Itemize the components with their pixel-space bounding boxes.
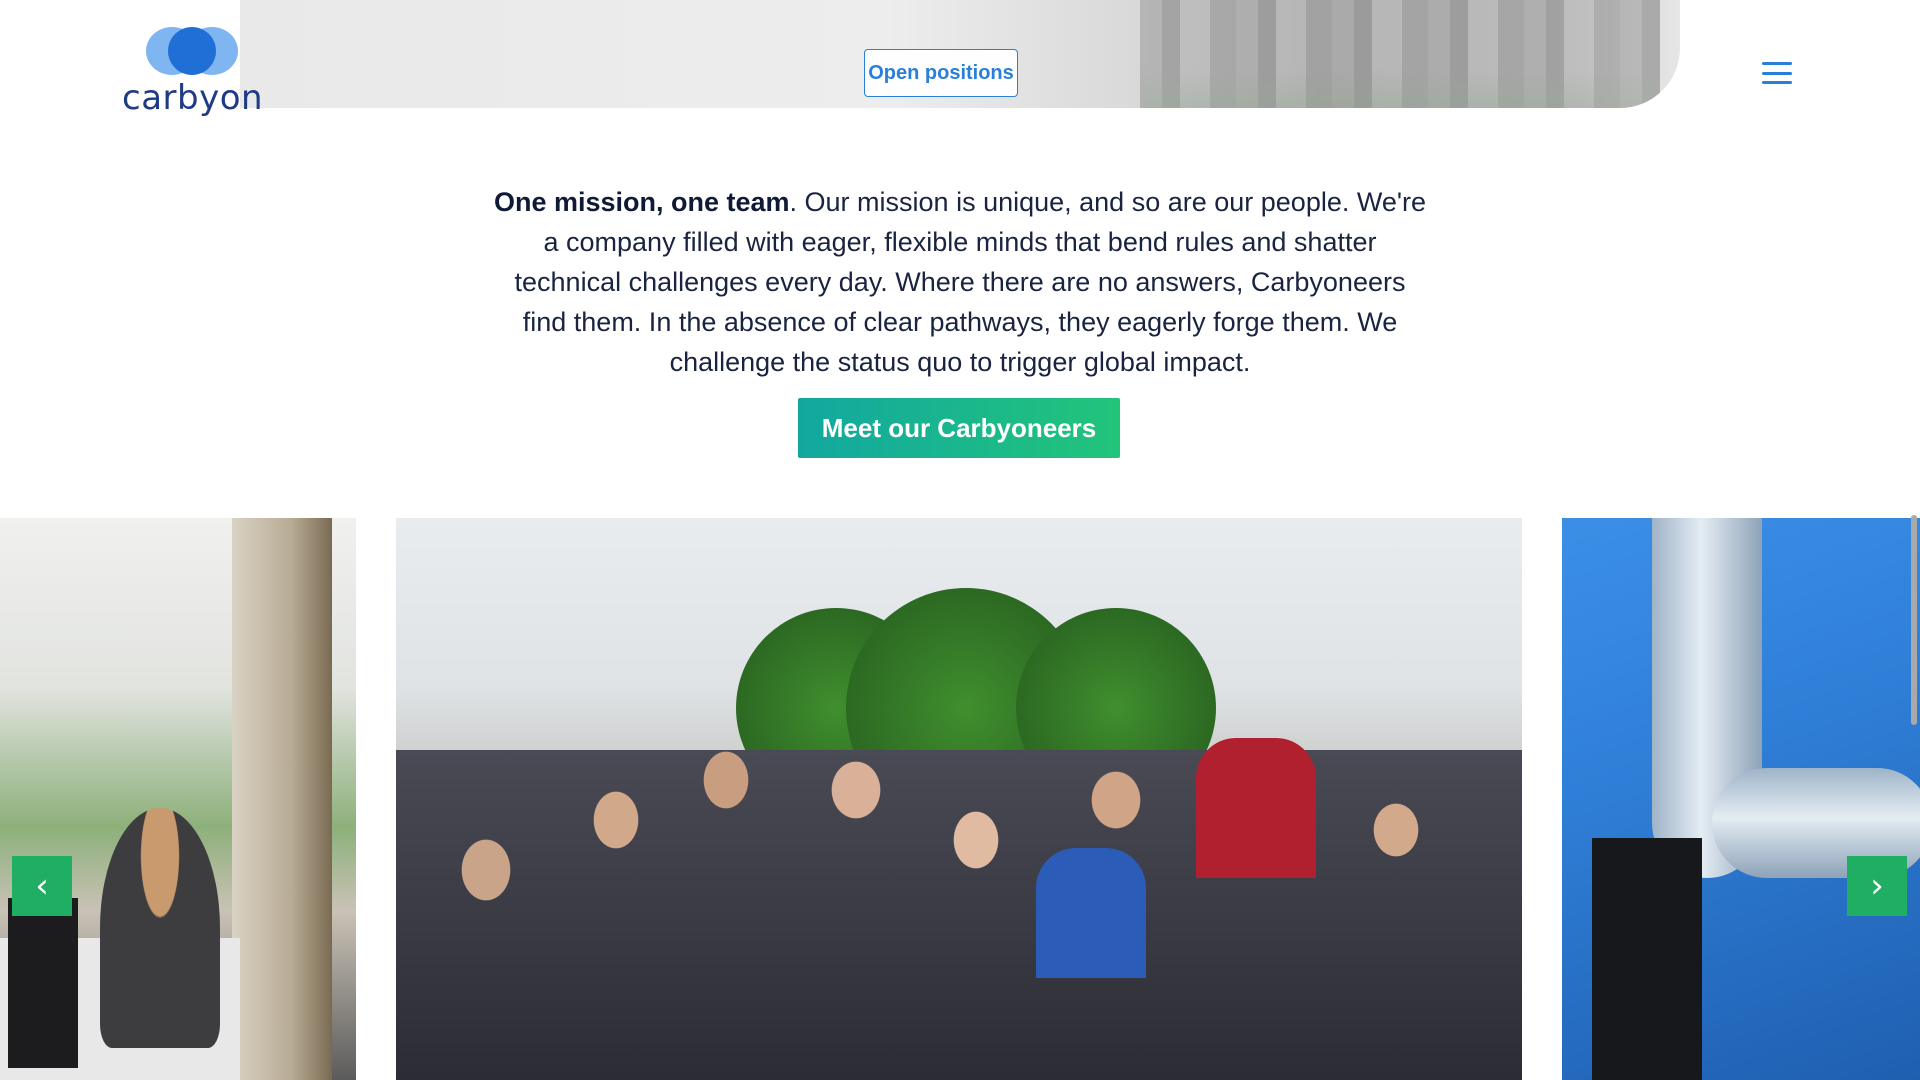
logo-wordmark: carbyon [122,78,264,118]
person-red-shirt [1196,738,1316,878]
chevron-left-icon: ‹ [35,866,49,906]
window-pillar [232,518,332,1080]
carousel-next-button[interactable]: › [1847,856,1907,916]
lab-monitor [1592,838,1702,1080]
logo-rings-icon [146,27,238,75]
hamburger-menu-icon[interactable] [1762,62,1792,84]
meet-carbyoneers-button[interactable]: Meet our Carbyoneers [798,398,1120,458]
carousel-slide-team-meeting[interactable] [396,518,1522,1080]
hero-team-photo [1140,0,1660,108]
team-audience [396,750,1522,1080]
menu-bar [1762,81,1792,84]
carousel-slide-lab-pipes[interactable] [1562,518,1920,1080]
mission-lead: One mission, one team [493,187,790,217]
mission-paragraph: One mission, one team. Our mission is un… [490,182,1430,382]
menu-bar [1762,71,1792,75]
carbyon-logo[interactable]: carbyon [122,26,264,121]
carousel-prev-button[interactable]: ‹ [12,856,72,916]
menu-bar [1762,62,1792,65]
open-positions-button[interactable]: Open positions [864,49,1018,97]
employee-at-desk [100,808,220,1048]
page-scrollbar[interactable] [1908,0,1920,1080]
person-blue-shirt [1036,848,1146,978]
monitor [8,898,78,1068]
carousel-slide-office-window[interactable] [0,518,356,1080]
team-photo-carousel [0,518,1920,1080]
scrollbar-thumb[interactable] [1911,515,1917,725]
chevron-right-icon: › [1870,866,1884,906]
